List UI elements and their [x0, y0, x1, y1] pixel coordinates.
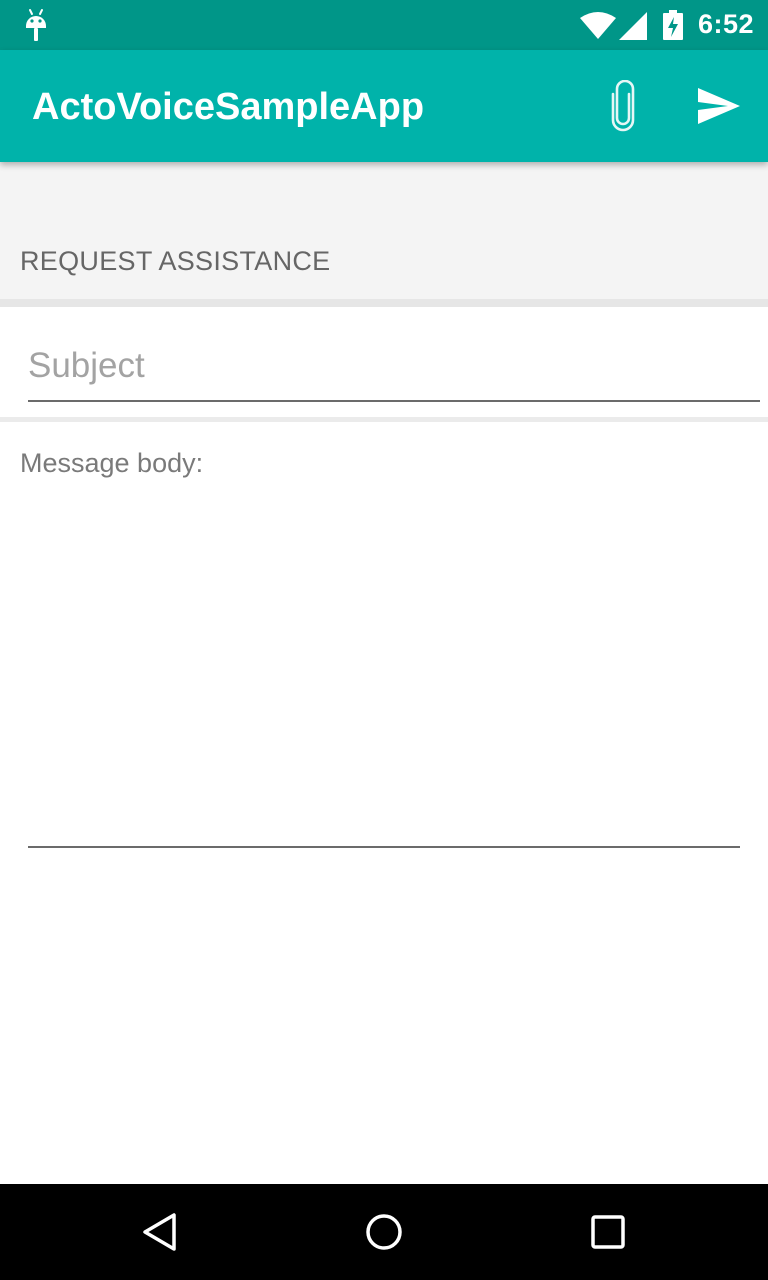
- recents-icon: [591, 1215, 625, 1249]
- navigation-bar: [0, 1184, 768, 1280]
- status-bar: 6:52: [0, 0, 768, 50]
- battery-charging-icon: [663, 10, 683, 40]
- paperclip-icon: [611, 79, 635, 132]
- subject-input[interactable]: [28, 340, 760, 402]
- send-icon: [698, 88, 740, 124]
- field-divider: [0, 417, 768, 422]
- wifi-icon: [580, 12, 616, 39]
- section-title: REQUEST ASSISTANCE: [20, 246, 331, 276]
- section-divider: [0, 299, 768, 307]
- home-button[interactable]: [364, 1212, 404, 1252]
- message-body-label: Message body:: [20, 448, 204, 478]
- recents-button[interactable]: [589, 1213, 627, 1251]
- back-icon: [143, 1213, 176, 1251]
- section-header: REQUEST ASSISTANCE: [0, 162, 768, 299]
- android-icon: [26, 9, 46, 41]
- signal-icon: [619, 12, 647, 40]
- app-bar: ActoVoiceSampleApp: [0, 50, 768, 162]
- back-button[interactable]: [140, 1212, 180, 1252]
- home-icon: [366, 1214, 402, 1250]
- send-button[interactable]: [694, 82, 744, 132]
- attach-button[interactable]: [604, 79, 644, 132]
- app-title: ActoVoiceSampleApp: [32, 86, 425, 128]
- status-clock: 6:52: [698, 9, 755, 39]
- message-body-input[interactable]: [28, 490, 740, 848]
